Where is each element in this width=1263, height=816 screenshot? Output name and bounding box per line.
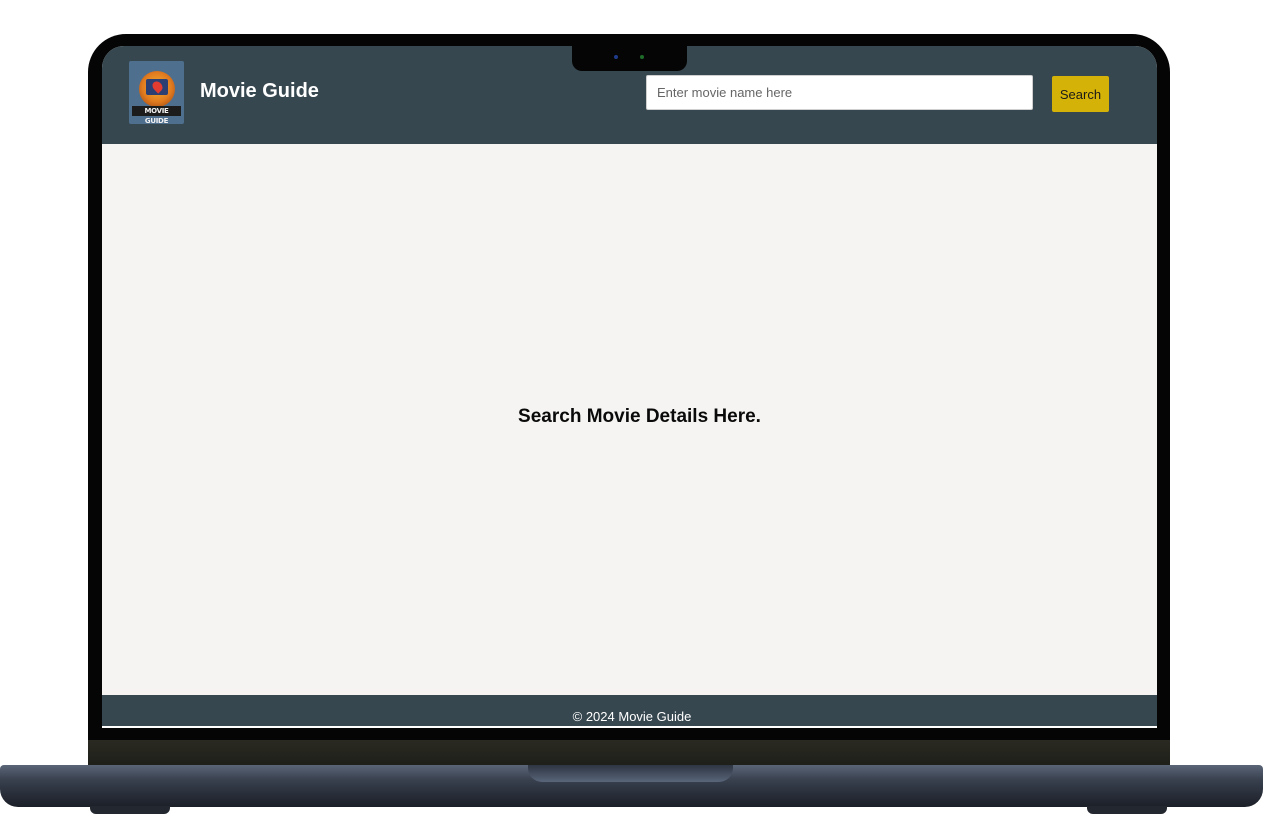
logo-text: MOVIE GUIDE — [132, 106, 181, 124]
screen: MOVIE GUIDE Movie Guide Search Search Mo… — [102, 46, 1157, 728]
search-input[interactable] — [646, 75, 1033, 110]
camera-icon — [614, 55, 618, 59]
camera-notch — [572, 34, 687, 71]
app-footer: © 2024 Movie Guide — [102, 695, 1157, 728]
laptop-foot-right — [1087, 806, 1167, 814]
footer-copyright: © 2024 Movie Guide — [572, 709, 692, 724]
laptop-base-notch — [528, 765, 733, 782]
laptop-hinge — [88, 740, 1170, 766]
app-title: Movie Guide — [200, 80, 319, 102]
empty-state-message: Search Movie Details Here. — [518, 406, 761, 427]
main-content: Search Movie Details Here. — [102, 144, 1157, 695]
search-button[interactable]: Search — [1052, 76, 1109, 112]
movie-guide-logo: MOVIE GUIDE — [129, 61, 184, 124]
laptop-foot-left — [90, 806, 170, 814]
camera-indicator-icon — [640, 55, 644, 59]
